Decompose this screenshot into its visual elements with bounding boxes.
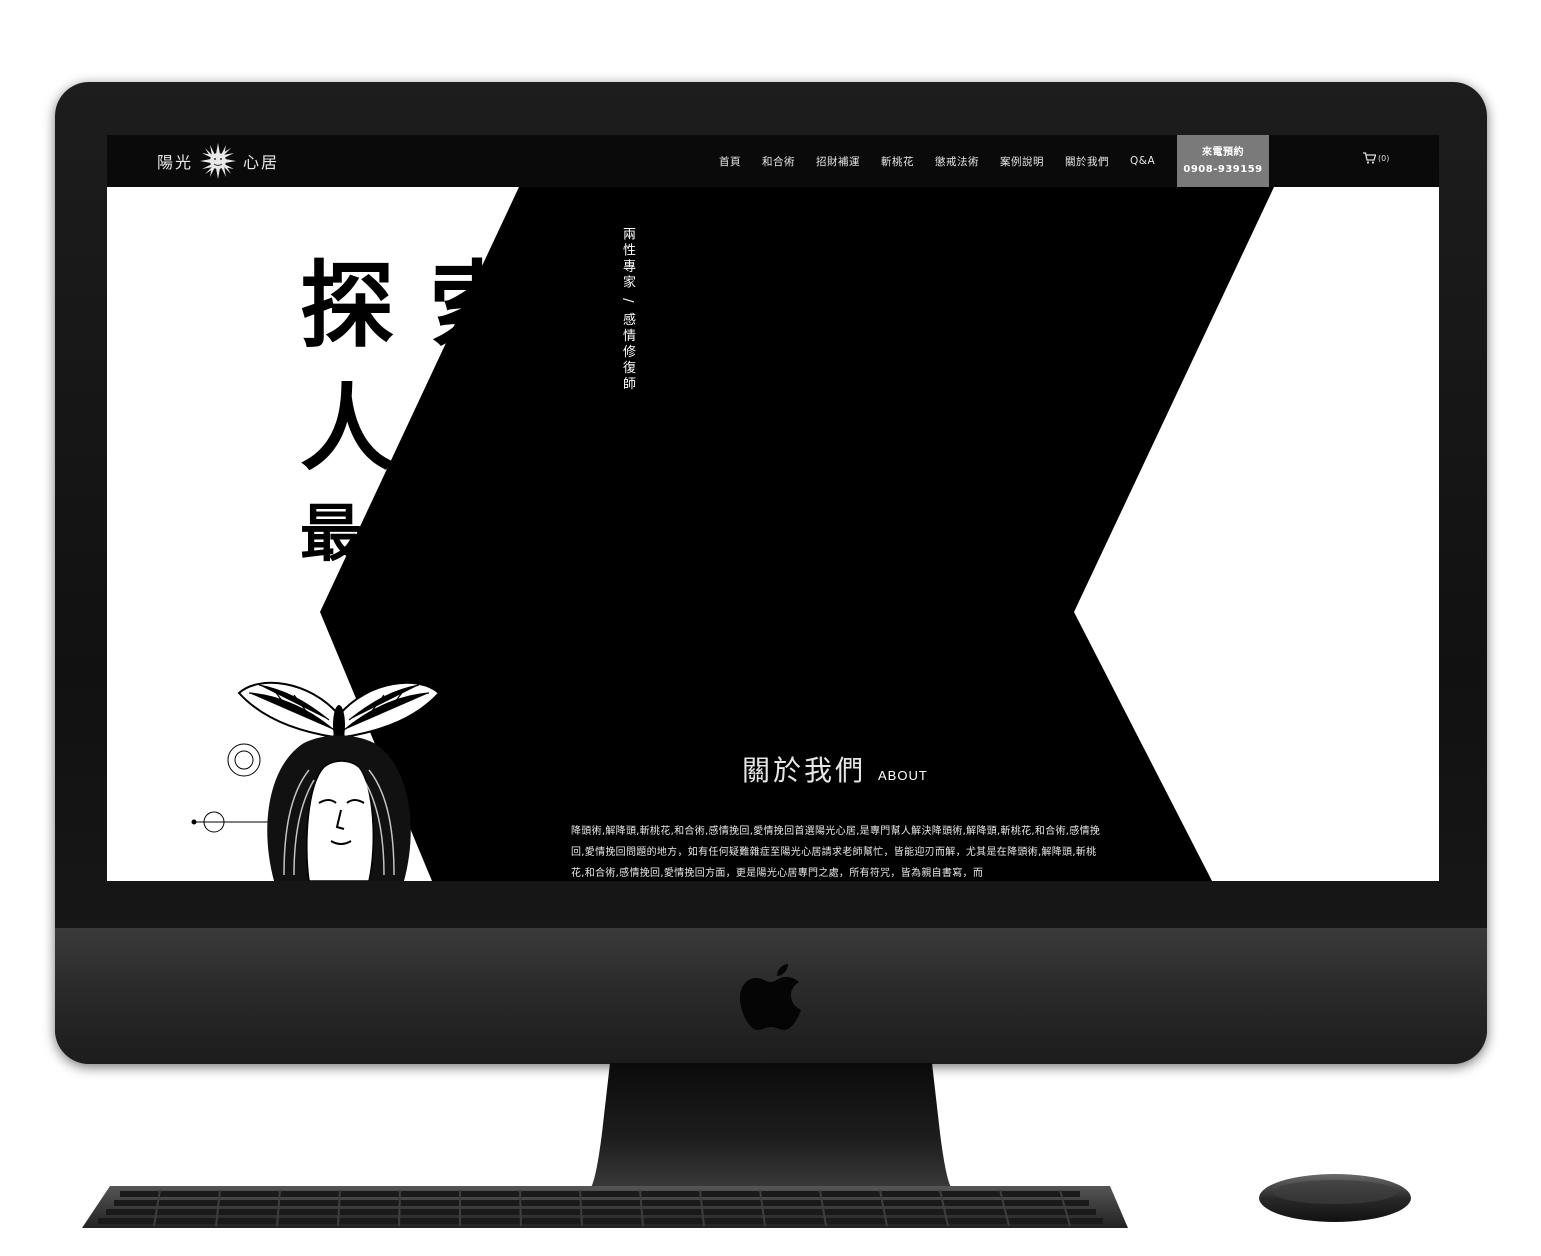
site-logo[interactable]: 陽光 心居	[157, 143, 280, 179]
booking-phone: 0908-939159	[1183, 164, 1263, 175]
cart-icon	[1363, 152, 1376, 164]
about-heading: 關於我們 ABOUT	[742, 749, 928, 789]
nav-item-home[interactable]: 首頁	[719, 154, 741, 169]
about-title: 關於我們	[742, 754, 867, 787]
nav-item-fortune[interactable]: 招財補運	[816, 154, 860, 169]
main-nav: 首頁 和合術 招財補運 斬桃花 懲戒法術 案例說明 關於我們 Q&A	[719, 135, 1176, 187]
nav-item-qa[interactable]: Q&A	[1130, 155, 1155, 167]
mouse	[1259, 1174, 1411, 1222]
nav-item-punishment[interactable]: 懲戒法術	[935, 154, 979, 169]
nav-item-harmony[interactable]: 和合術	[762, 154, 795, 169]
website-screen: 陽光 心居 首頁 和合術 招財補運 斬桃花 懲戒法術 案例說明 關於我們 Q&A…	[107, 135, 1439, 881]
site-header: 陽光 心居 首頁 和合術 招財補運 斬桃花 懲戒法術 案例說明 關於我們 Q&A…	[107, 135, 1439, 187]
nav-item-peach-blossom[interactable]: 斬桃花	[881, 154, 914, 169]
hero-title-line-1: 探索	[300, 252, 561, 361]
about-subtitle: ABOUT	[878, 768, 928, 783]
nav-item-cases[interactable]: 案例說明	[1000, 154, 1044, 169]
about-paragraph: 降頭術,解降頭,斬桃花,和合術,感情挽回,愛情挽回首選陽光心居,是專門幫人解決降…	[571, 826, 1101, 879]
booking-label: 來電預約	[1202, 147, 1244, 158]
keyboard	[82, 1186, 1128, 1228]
nav-item-about[interactable]: 關於我們	[1065, 154, 1109, 169]
hero-title-line-3: 最深處	[300, 497, 541, 570]
apple-logo-icon	[740, 964, 801, 1030]
hero-tagline: 兩性專家 / 感情修復師	[620, 227, 635, 393]
logo-text-right: 心居	[243, 153, 280, 172]
butterfly-woman-illustration	[191, 681, 489, 881]
sun-logo-icon	[200, 143, 237, 179]
booking-button[interactable]: 來電預約 0908-939159	[1177, 135, 1269, 187]
imac-stand	[590, 1063, 952, 1189]
logo-text-left: 陽光	[157, 153, 194, 172]
cart-count: (0)	[1378, 153, 1390, 163]
cart-button[interactable]: (0)	[1363, 152, 1389, 164]
hero-title-line-2: 人性	[300, 375, 561, 484]
